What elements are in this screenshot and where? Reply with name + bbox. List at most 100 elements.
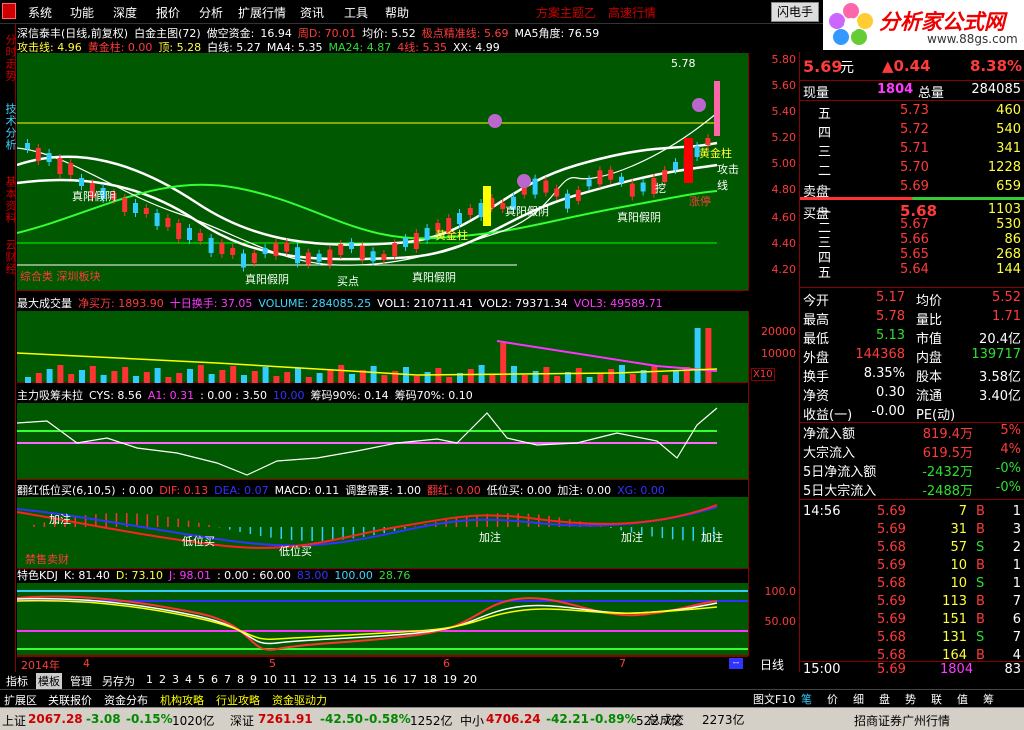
sme-index-label[interactable]: 中小 — [460, 712, 484, 729]
quote-panel: 5.69 元 ▲0.44 8.38% 现量 1804 总量 284085 五 5.… — [799, 52, 1024, 677]
indicator-tab[interactable]: 7 — [222, 673, 233, 686]
ask-size: 460 — [996, 103, 1021, 118]
annotation-label: 买点 — [337, 275, 359, 288]
indicator-tab[interactable]: 指标 — [4, 673, 30, 689]
precise-line-value: 极点精准线: 5.69 — [421, 27, 509, 39]
flash-trade-button[interactable]: 闪电手 — [771, 2, 819, 22]
quote-tab[interactable]: 图文F10 — [753, 691, 795, 707]
scroll-end-button[interactable]: -- — [729, 658, 743, 669]
close-row: 15:00 5.69 1804 83 — [800, 661, 1024, 680]
quote-tab[interactable]: 盘 — [879, 691, 890, 707]
indicator-tab[interactable]: 4 — [183, 673, 194, 686]
indicator-tab[interactable]: 2 — [157, 673, 168, 686]
indicator-tab[interactable]: 3 — [170, 673, 181, 686]
menu-ext-quote[interactable]: 扩展行情 — [238, 4, 286, 21]
menu-scheme[interactable]: 方案主题乙 — [536, 4, 596, 21]
tab-intraday[interactable]: 分时走势 — [0, 28, 17, 88]
indicator-tab[interactable]: 14 — [341, 673, 359, 686]
indicator-tab[interactable]: 另存为 — [100, 673, 137, 689]
volume-bar — [273, 376, 280, 383]
extension-tab[interactable]: 资金分布 — [104, 692, 148, 708]
kdj-chart[interactable] — [16, 583, 748, 656]
indicator-tab[interactable]: 15 — [361, 673, 379, 686]
indicator-tab[interactable]: 6 — [209, 673, 220, 686]
high-value-label: 5.78 — [671, 57, 696, 70]
extension-tab[interactable]: 机构攻略 — [160, 692, 204, 708]
ask-level-row[interactable]: 二 5.70 1228 — [800, 160, 1024, 179]
indicator-tab[interactable]: 16 — [381, 673, 399, 686]
indicator-tab[interactable]: 20 — [461, 673, 479, 686]
vol3-line — [496, 340, 718, 372]
macd-header: 翻红低位买(6,10,5): 0.00 DIF: 0.13 DEA: 0.07 MAC… — [17, 482, 748, 496]
sh-index-label[interactable]: 上证 — [2, 712, 26, 729]
indicator-tab[interactable]: 11 — [281, 673, 299, 686]
main-price-chart[interactable]: 综合类 深圳板块 真阳假阴 真阳假阴 真阳假阴 真阳假阴 真阳假阴 黄金柱 黄金… — [16, 53, 748, 291]
menu-help[interactable]: 帮助 — [385, 4, 409, 21]
volume-chart[interactable] — [16, 311, 748, 383]
cys-chart[interactable] — [16, 403, 748, 480]
quote-tab[interactable]: 值 — [957, 691, 968, 707]
ask-size: 341 — [996, 141, 1021, 156]
indicator-tab[interactable]: 10 — [261, 673, 279, 686]
tab-fundamental[interactable]: 基本资料 — [0, 170, 17, 230]
quote-tab[interactable]: 笔 — [801, 691, 812, 707]
menu-quote[interactable]: 报价 — [156, 4, 180, 21]
menu-fast[interactable]: 高速行情 — [608, 4, 656, 21]
quote-tab[interactable]: 细 — [853, 691, 864, 707]
tick-row: 5.69 151 B 6 — [800, 612, 1024, 631]
tick-price: 5.68 — [877, 576, 906, 591]
volume-bar — [122, 367, 129, 383]
quote-tab[interactable]: 筹 — [983, 691, 994, 707]
stat-value: 3.40亿 — [979, 389, 1021, 404]
extension-tab[interactable]: 关联报价 — [48, 692, 92, 708]
indicator-tab-bar: 指标 模板 管理 另存为 1 2 3 4 5 6 7 8 9 10 11 12 13 14 15 16 17 18 19 20 — [0, 672, 799, 689]
menu-depth[interactable]: 深度 — [113, 4, 137, 21]
menu-tools[interactable]: 工具 — [344, 4, 368, 21]
indicator-tab[interactable]: 1 — [144, 673, 155, 686]
tab-cloud-finance[interactable]: 云财经 — [0, 232, 17, 282]
extension-tab[interactable]: 资金驱动力 — [272, 692, 327, 708]
indicator-tab[interactable]: 8 — [235, 673, 246, 686]
ask-level-row[interactable]: 四 5.72 540 — [800, 122, 1024, 141]
dif-line — [16, 504, 718, 549]
menu-analysis[interactable]: 分析 — [199, 4, 223, 21]
flow-row: 5日大宗流入 -2488万 -0% — [800, 480, 1024, 499]
sme-index-pct: -0.89% — [590, 712, 637, 726]
quote-tab[interactable]: 势 — [905, 691, 916, 707]
gold-bar-label: 黄金柱 — [435, 229, 468, 242]
indicator-tab[interactable]: 17 — [401, 673, 419, 686]
menu-function[interactable]: 功能 — [70, 4, 94, 21]
j-line — [16, 595, 718, 651]
quote-tab[interactable]: 联 — [931, 691, 942, 707]
broker-name[interactable]: 招商证券广州行情 — [854, 712, 950, 729]
ask-level-row[interactable]: 五 5.73 460 — [800, 103, 1024, 122]
ask-level-row[interactable]: 三 5.71 341 — [800, 141, 1024, 160]
bid-level-row[interactable]: 五 5.64 144 — [800, 262, 1024, 281]
period-display[interactable]: 日线 — [748, 656, 799, 672]
sh-index-value: 2067.28 — [28, 712, 83, 726]
kdj-extra-value: 28.76 — [378, 569, 411, 581]
sz-index-label[interactable]: 深证 — [230, 712, 254, 729]
indicator-tab[interactable]: 9 — [248, 673, 259, 686]
ma4-value: MA4: 5.35 — [266, 41, 323, 53]
indicator-tab[interactable]: 模板 — [36, 673, 62, 689]
extension-tab[interactable]: 扩展区 — [4, 692, 37, 708]
indicator-tab[interactable]: 19 — [441, 673, 459, 686]
quote-tab[interactable]: 价 — [827, 691, 838, 707]
ask-level-label: 四 — [818, 126, 832, 141]
cys-value: CYS: 8.56 — [89, 389, 142, 401]
menu-system[interactable]: 系统 — [28, 4, 52, 21]
tick-row: 5.68 10 S 1 — [800, 576, 1024, 595]
tab-technical[interactable]: 技术分析 — [0, 90, 17, 164]
indicator-tab[interactable]: 管理 — [68, 673, 94, 689]
menu-news[interactable]: 资讯 — [300, 4, 324, 21]
indicator-tab[interactable]: 5 — [196, 673, 207, 686]
ask-level-row[interactable]: 一 5.69 659 — [800, 179, 1024, 198]
indicator-tab[interactable]: 18 — [421, 673, 439, 686]
indicator-tab[interactable]: 12 — [301, 673, 319, 686]
turnover-value: 十日换手: 37.05 — [169, 297, 253, 309]
extension-tab[interactable]: 行业攻略 — [216, 692, 260, 708]
macd-chart[interactable]: 加注 低位买 低位买 加注 加注 加注 禁售卖财 — [16, 497, 748, 569]
indicator-tab[interactable]: 13 — [321, 673, 339, 686]
ask-price: 5.70 — [900, 160, 929, 175]
